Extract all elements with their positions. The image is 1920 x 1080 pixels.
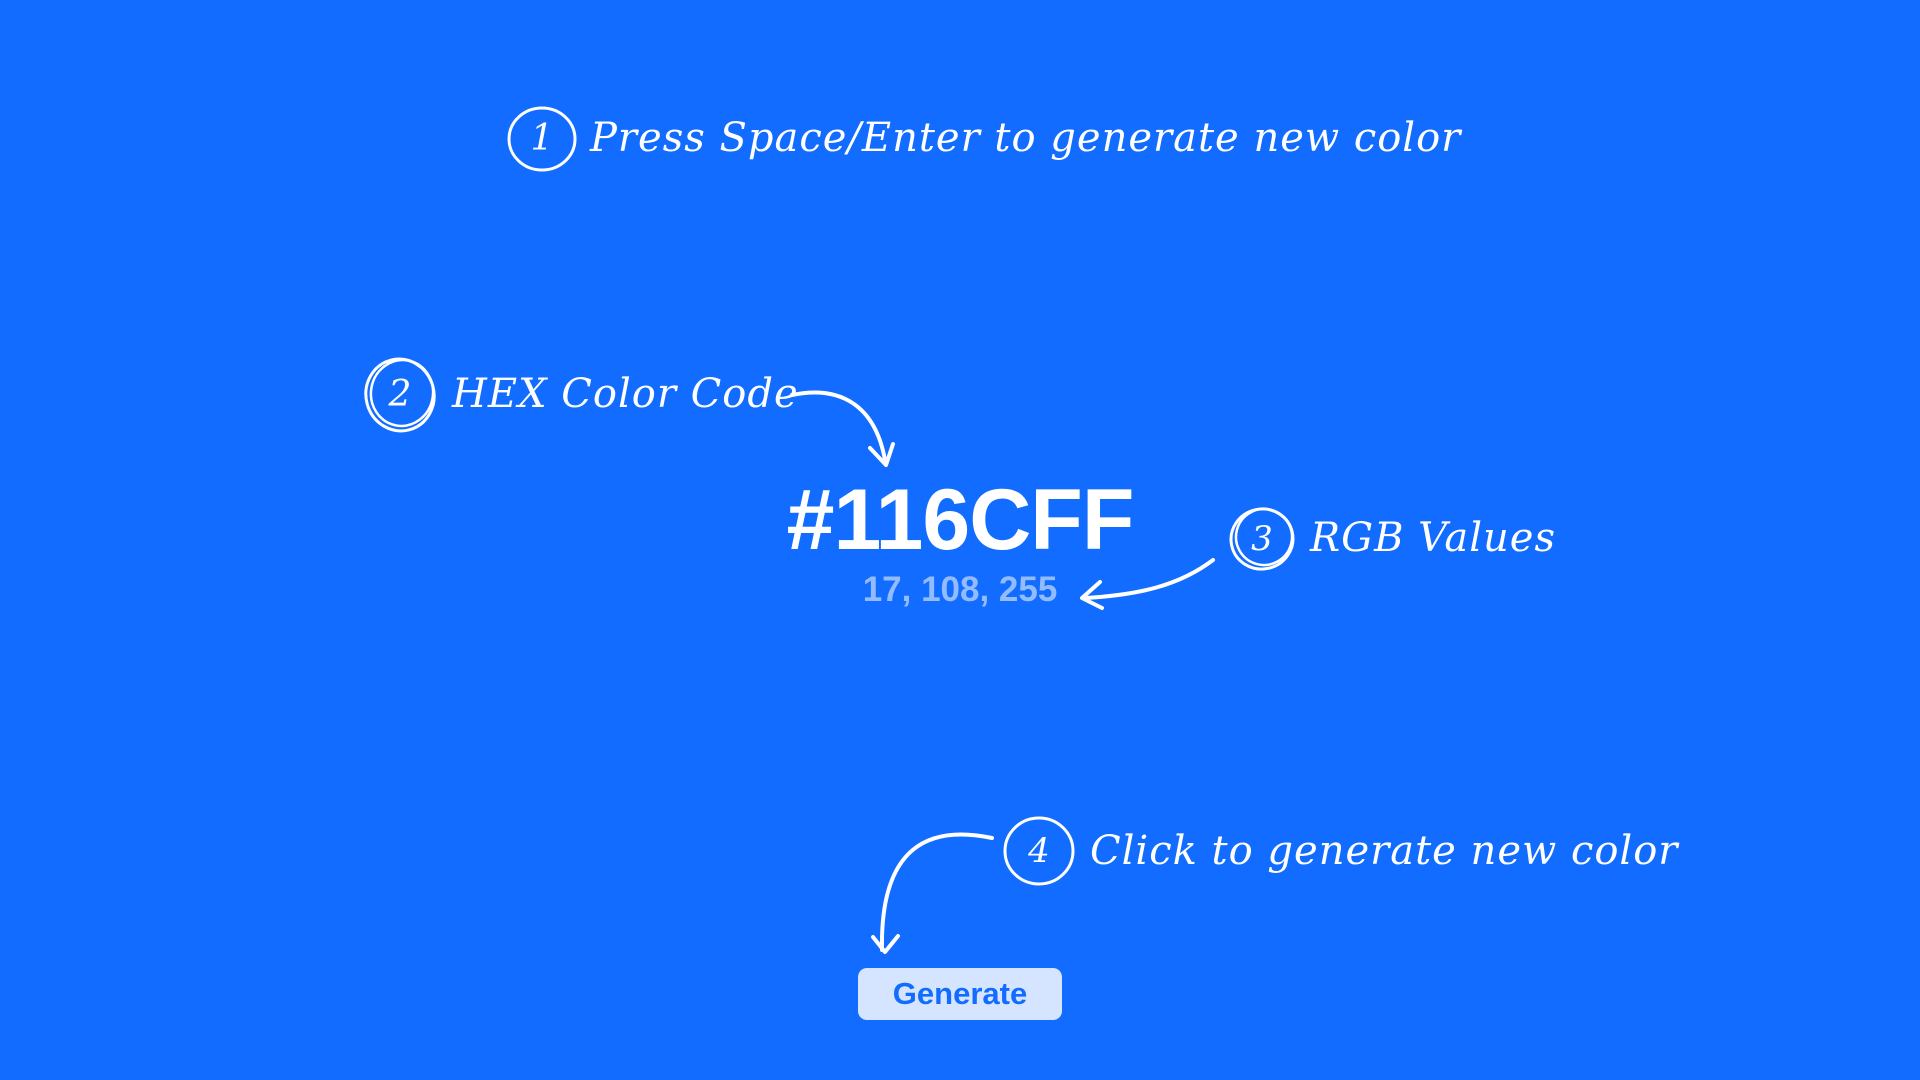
annotation-4-number: 4 <box>1028 831 1050 871</box>
generate-button[interactable]: Generate <box>858 968 1062 1020</box>
arrow-2 <box>790 390 887 462</box>
annotation-2-number: 2 <box>388 374 412 415</box>
color-generator-page: 1 Press Space/Enter to generate new colo… <box>0 0 1920 1080</box>
rgb-values: 17, 108, 255 <box>862 570 1058 609</box>
annotation-4-text: Click to generate new color <box>1090 828 1679 874</box>
annotation-1-number: 1 <box>530 118 554 159</box>
arrow-4 <box>879 832 994 952</box>
annotation-1-text: Press Space/Enter to generate new color <box>590 115 1462 161</box>
hex-color-code: #116CFF <box>786 472 1135 568</box>
annotation-2-text: HEX Color Code <box>452 371 799 417</box>
